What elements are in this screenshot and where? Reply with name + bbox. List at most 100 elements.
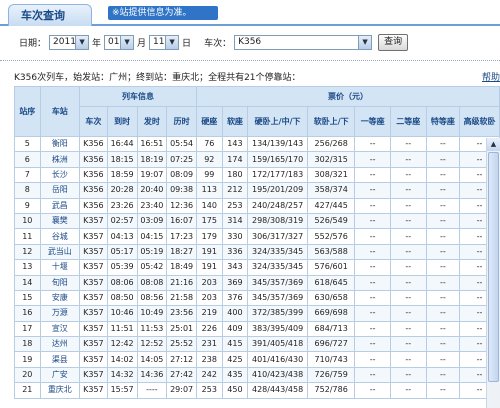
table-row: 10 襄樊 K357 02:57 03:09 16:07 175 314 298/308/319…	[14, 212, 500, 230]
station-cell[interactable]: 重庆北	[39, 382, 81, 399]
table-cell: K357	[79, 320, 108, 338]
station-cell[interactable]: 株洲	[39, 151, 81, 168]
table-cell: 191	[196, 259, 223, 276]
schedule-table: 站序 车站 列车信息 票价（元） 车次 到时 发时 历时 硬座 软座 硬卧上/中/下 软卧上/…	[14, 86, 500, 399]
table-cell: 345/357/369	[247, 274, 308, 291]
column-header: 历时	[166, 106, 197, 137]
table-cell: 203	[196, 274, 223, 291]
table-cell: 18:49	[166, 259, 197, 276]
column-header: 硬座	[196, 106, 223, 137]
table-cell: --	[354, 289, 391, 307]
scrollbar-thumb[interactable]	[488, 152, 499, 382]
station-cell[interactable]: 万源	[39, 305, 81, 322]
table-cell: --	[354, 336, 391, 353]
table-row: 19 渠县 K357 14:02 14:05 27:12 238 425 401/416/430…	[14, 351, 500, 368]
table-cell: 14:32	[106, 366, 138, 384]
table-cell: K357	[79, 243, 108, 261]
column-header: 高级软卧	[459, 106, 500, 137]
table-cell: 16	[14, 305, 41, 322]
station-cell[interactable]: 衡阳	[39, 135, 81, 153]
table-cell: 696/727	[306, 336, 356, 353]
table-cell: 314	[221, 212, 249, 230]
table-cell: 391/405/418	[247, 336, 308, 353]
station-cell[interactable]: 武昌	[39, 197, 81, 214]
table-cell: --	[425, 166, 461, 184]
table-cell: 21:58	[166, 289, 197, 307]
table-cell: --	[389, 197, 427, 214]
table-cell: 08:06	[106, 274, 138, 291]
table-cell: 159/165/170	[247, 151, 308, 168]
table-cell: --	[425, 351, 461, 368]
table-cell: 07:25	[166, 151, 197, 168]
table-cell: --	[354, 228, 391, 245]
station-cell[interactable]: 岳阳	[39, 182, 81, 199]
table-cell: K357	[79, 351, 108, 368]
table-cell: 684/713	[306, 320, 356, 338]
table-cell: --	[354, 259, 391, 276]
table-cell: 435	[221, 366, 249, 384]
table-cell: --	[425, 259, 461, 276]
station-cell[interactable]: 宣汉	[39, 320, 81, 338]
table-cell: --	[354, 351, 391, 368]
table-cell: 752/786	[306, 382, 356, 399]
station-cell[interactable]: 达州	[39, 336, 81, 353]
station-cell[interactable]: 旬阳	[39, 274, 81, 291]
table-cell: --	[425, 289, 461, 307]
table-cell: 16:51	[136, 135, 168, 153]
tab-train-query[interactable]: 车次查询	[8, 4, 92, 26]
table-cell: 174	[221, 151, 249, 168]
table-cell: 669/698	[306, 305, 356, 322]
station-cell[interactable]: 十堰	[39, 259, 81, 276]
column-header: 二等座	[389, 106, 427, 137]
table-cell: 12	[14, 243, 41, 261]
station-cell[interactable]: 谷城	[39, 228, 81, 245]
arrow-up-icon[interactable]: ▲	[487, 138, 500, 151]
table-cell: 134/139/143	[247, 135, 308, 153]
table-cell: 19	[14, 351, 41, 368]
station-cell[interactable]: 安康	[39, 289, 81, 307]
table-cell: --	[354, 305, 391, 322]
table-row: 13 十堰 K357 05:39 05:42 18:49 191 343 324/335/345…	[14, 259, 500, 276]
column-header: 软卧上/下	[306, 106, 356, 137]
month-select[interactable]: 01 ▼	[104, 34, 135, 50]
table-cell: K357	[79, 228, 108, 245]
table-cell: --	[425, 197, 461, 214]
station-cell[interactable]: 长沙	[39, 166, 81, 184]
table-cell: 14:36	[136, 366, 168, 384]
table-cell: 238	[196, 351, 223, 368]
table-cell: 04:13	[106, 228, 138, 245]
station-cell[interactable]: 襄樊	[39, 212, 81, 230]
month-value: 01	[108, 37, 120, 47]
table-cell: 219	[196, 305, 223, 322]
table-cell: 324/335/345	[247, 259, 308, 276]
day-select[interactable]: 11 ▼	[149, 34, 180, 50]
help-link[interactable]: 帮助	[482, 70, 500, 83]
table-cell: --	[425, 212, 461, 230]
station-cell[interactable]: 广安	[39, 366, 81, 384]
table-cell: 415	[221, 336, 249, 353]
table-cell: 400	[221, 305, 249, 322]
station-cell[interactable]: 武当山	[39, 243, 81, 261]
chevron-down-icon: ▼	[165, 35, 179, 49]
table-cell: 14	[14, 274, 41, 291]
table-cell: 203	[196, 289, 223, 307]
station-cell[interactable]: 渠县	[39, 351, 81, 368]
query-button[interactable]: 查询	[378, 33, 409, 51]
column-header: 硬卧上/中/下	[247, 106, 308, 137]
day-unit: 日	[182, 38, 192, 49]
year-select[interactable]: 2011 ▼	[49, 34, 90, 50]
table-cell: K356	[79, 182, 108, 199]
table-scrollbar[interactable]: ▲	[486, 138, 500, 408]
table-cell: --	[389, 243, 427, 261]
table-cell: 21	[14, 382, 41, 399]
table-cell: --	[425, 243, 461, 261]
train-number-select[interactable]: K356 ▼	[234, 34, 373, 50]
table-cell: --	[389, 382, 427, 399]
table-cell: 05:19	[136, 243, 168, 261]
table-cell: --	[354, 182, 391, 199]
header-price: 票价（元）	[196, 86, 500, 107]
train-summary: K356次列车，始发站：广州；终到站：重庆北；全程共有21个停靠站：	[14, 73, 301, 83]
table-cell: 18:15	[106, 151, 138, 168]
table-cell: 08:09	[166, 166, 197, 184]
table-cell: 552/576	[306, 228, 356, 245]
